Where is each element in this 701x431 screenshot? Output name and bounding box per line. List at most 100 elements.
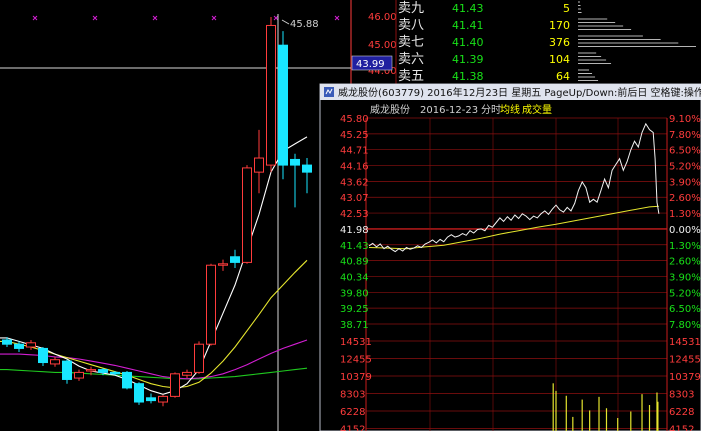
right-axis-label: 9.10%	[669, 114, 701, 125]
crosshair-value-label: 43.99	[356, 59, 385, 70]
order-book-volume: 104	[549, 53, 570, 66]
order-book-volume-bar	[578, 35, 696, 47]
candle-body	[290, 158, 300, 166]
candle-body	[218, 263, 228, 266]
candle-body	[302, 164, 312, 173]
order-book-price: 41.38	[452, 70, 484, 83]
right-axis-label: 0.00%	[669, 225, 701, 236]
right-axis-label: 2.60%	[669, 257, 701, 268]
order-book-row[interactable]: 卖七 41.40 376	[398, 35, 696, 50]
candlestick	[170, 372, 180, 398]
candle-body	[254, 157, 264, 173]
left-axis-label: 40.34	[340, 272, 369, 283]
right-axis-label: 5.20%	[669, 288, 701, 299]
order-book-price: 41.41	[452, 19, 484, 32]
kline-axis-label: 45.00	[368, 40, 397, 51]
ma-yellow-line	[0, 259, 308, 389]
candle-body	[134, 383, 144, 403]
candlestick	[158, 394, 168, 407]
candle-body	[86, 369, 96, 372]
order-book-volume-bar	[578, 52, 612, 64]
candlestick	[122, 370, 132, 390]
candle-body	[110, 371, 120, 375]
left-axis-label: 41.98	[340, 225, 369, 236]
candlestick	[302, 158, 312, 194]
candle-body	[266, 24, 276, 166]
order-book-row[interactable]: 卖八 41.41 170	[398, 18, 632, 33]
popup-avg-label: 均线	[500, 103, 520, 116]
popup-period: 分时	[481, 104, 501, 116]
high-price-annotation: 45.88	[281, 19, 319, 30]
order-book-row[interactable]: 卖六 41.39 104	[398, 52, 612, 67]
order-book-volume: 376	[549, 36, 570, 49]
candlestick	[230, 249, 240, 269]
order-book-label: 卖七	[398, 35, 424, 50]
left-axis-label: 43.07	[340, 193, 369, 204]
right-axis-label: 10379	[669, 372, 701, 383]
candle-body	[230, 256, 240, 263]
left-axis-label: 43.62	[340, 177, 369, 188]
candle-body	[2, 339, 12, 345]
candlestick	[218, 259, 228, 271]
left-axis-label: 45.80	[340, 114, 369, 125]
left-axis-label: 38.71	[340, 320, 369, 331]
order-book-row[interactable]: 卖九 41.43 5	[398, 1, 582, 16]
left-axis-label: 39.80	[340, 288, 369, 299]
left-axis-label: 4152	[340, 425, 365, 431]
order-book-label: 卖六	[398, 52, 424, 67]
candle-body	[170, 373, 180, 397]
left-axis-label: 10379	[340, 372, 372, 383]
order-book-label: 卖八	[398, 18, 424, 33]
right-axis-label: 3.90%	[669, 272, 701, 283]
right-axis-label: 1.30%	[669, 241, 701, 252]
candle-body	[62, 360, 72, 380]
order-book-volume-bar	[578, 18, 632, 30]
candle-body	[278, 44, 288, 166]
candlestick	[62, 359, 72, 384]
left-axis-label: 8303	[340, 390, 365, 401]
right-axis-label: 1.30%	[669, 209, 701, 220]
left-axis-label: 6228	[340, 407, 365, 418]
order-book: 卖九 41.43 5 卖八 41.41 170 卖七 41.40 376 卖六 41.39 104 卖五…	[395, 0, 696, 84]
popup-stock-name: 威龙股份	[370, 103, 410, 116]
left-axis-label: 44.71	[340, 146, 369, 157]
left-axis-label: 40.89	[340, 257, 369, 268]
candlestick	[266, 17, 276, 173]
intraday-popup-window[interactable]: 威龙股份(603779) 2016年12月23日 星期五 PageUp/Down…	[319, 83, 701, 431]
right-axis-label: 7.80%	[669, 320, 701, 331]
high-price-label: 45.88	[290, 19, 319, 30]
order-book-label: 卖九	[398, 1, 424, 16]
candlestick	[182, 369, 192, 379]
popup-date: 2016-12-23	[420, 105, 478, 116]
left-axis-label: 12455	[340, 355, 372, 366]
candle-body	[206, 264, 216, 345]
left-axis-label: 42.53	[340, 209, 369, 220]
popup-title: 威龙股份(603779) 2016年12月23日 星期五 PageUp/Down…	[338, 86, 701, 99]
kline-axis-label: 46.00	[368, 12, 397, 23]
right-axis-label: 14531	[669, 337, 701, 348]
ma-green-line	[0, 367, 308, 380]
candle-body	[26, 342, 36, 348]
order-book-row[interactable]: 卖五 41.38 64	[398, 69, 599, 84]
right-axis-label: 7.80%	[669, 130, 701, 141]
candle-body	[158, 395, 168, 403]
candle-body	[182, 371, 192, 376]
candlestick	[254, 129, 264, 194]
right-axis-label: 6.50%	[669, 146, 701, 157]
candle-body	[122, 371, 132, 389]
candle-body	[74, 371, 84, 379]
candle-body	[242, 167, 252, 263]
candle-body	[50, 359, 60, 365]
order-book-price: 41.43	[452, 2, 484, 15]
candlestick	[194, 341, 204, 374]
candle-body	[14, 343, 24, 349]
order-book-volume: 170	[549, 19, 570, 32]
candlestick	[38, 347, 48, 367]
order-book-price: 41.40	[452, 36, 484, 49]
candlesticks	[2, 17, 312, 407]
candle-body	[146, 397, 156, 402]
right-axis-label: 6.50%	[669, 304, 701, 315]
left-axis-label: 41.43	[340, 241, 369, 252]
candle-body	[38, 347, 48, 364]
candle-body	[98, 369, 108, 373]
